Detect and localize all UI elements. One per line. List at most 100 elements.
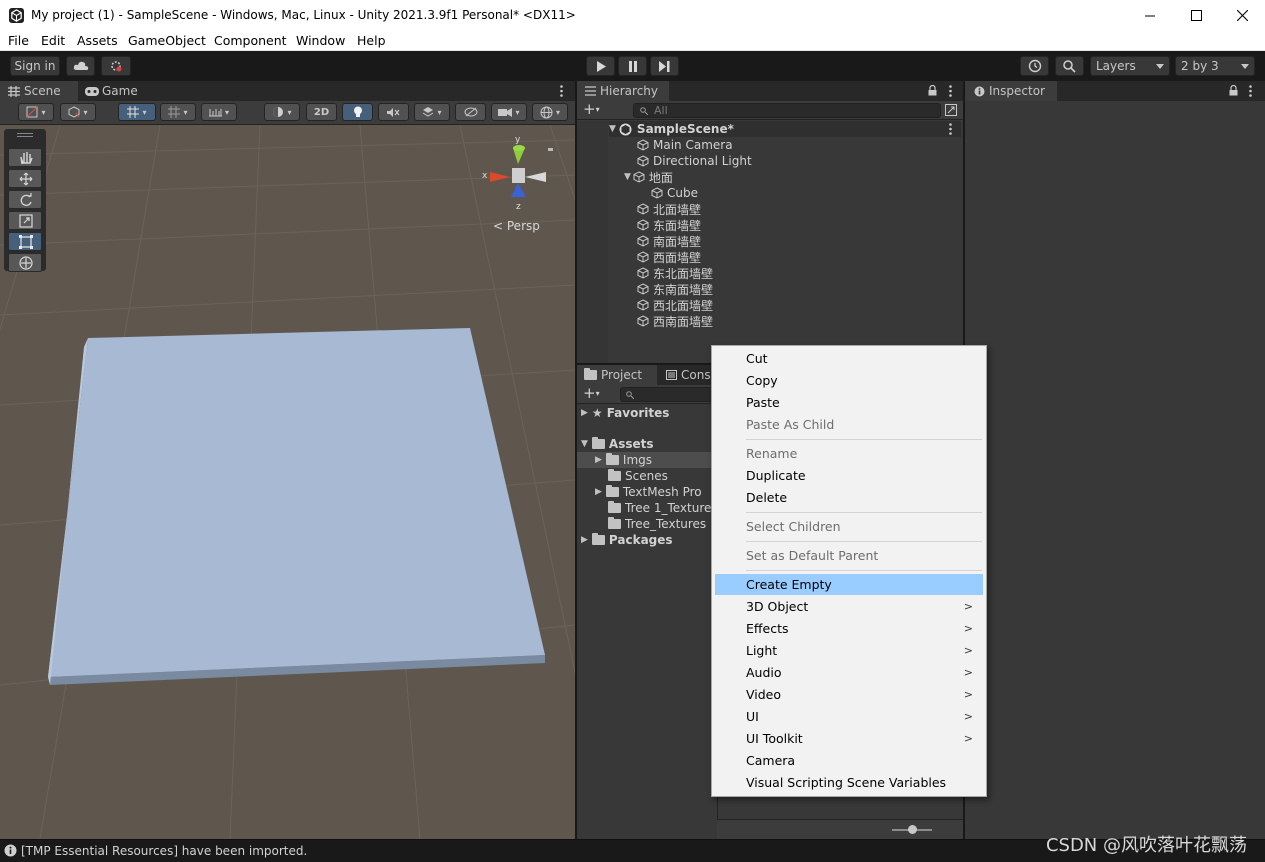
tab-game[interactable]: Game <box>80 81 150 101</box>
tab-inspector[interactable]: Inspector <box>965 81 1057 101</box>
status-message[interactable]: [TMP Essential Resources] have been impo… <box>21 844 307 858</box>
layers-dropdown[interactable]: Layers <box>1090 56 1170 76</box>
expand-arrow-icon[interactable]: ▶ <box>595 455 602 465</box>
transform-tool[interactable] <box>8 253 42 272</box>
more-options-icon[interactable] <box>1249 85 1252 97</box>
expand-arrow-icon[interactable]: ▶ <box>581 535 588 545</box>
cloud-button[interactable] <box>66 56 95 76</box>
maximize-button[interactable] <box>1173 0 1219 31</box>
menu-item-create-empty[interactable]: Create Empty <box>715 574 983 595</box>
orientation-gizmo[interactable]: y x z < Persp <box>478 135 568 240</box>
folder-row[interactable]: ▶ Imgs <box>577 452 717 468</box>
hierarchy-item[interactable]: 东面墙壁 <box>637 217 701 233</box>
shading-mode-dropdown[interactable]: ▾ <box>264 103 300 121</box>
hierarchy-item[interactable]: 东南面墙壁 <box>637 281 713 297</box>
menu-item-paste[interactable]: Paste <box>715 392 983 413</box>
search-button[interactable] <box>1055 56 1084 76</box>
more-options-icon[interactable] <box>949 85 952 97</box>
scene-visibility-icon[interactable] <box>945 104 957 116</box>
hidden-objects-toggle[interactable] <box>455 103 486 121</box>
expand-arrow-icon[interactable]: ▼ <box>609 124 616 134</box>
expand-arrow-icon[interactable]: ▶ <box>581 408 588 418</box>
grid-snapping-toggle[interactable]: ▾ <box>118 103 156 121</box>
more-options-icon[interactable] <box>560 85 563 97</box>
more-options-icon[interactable] <box>949 123 952 135</box>
pause-button[interactable] <box>618 56 647 76</box>
menu-item-audio[interactable]: Audio > <box>715 662 983 683</box>
hierarchy-item[interactable]: Main Camera <box>637 137 733 153</box>
draw-mode-dropdown[interactable]: ▾ <box>18 103 54 121</box>
menu-item-video[interactable]: Video > <box>715 684 983 705</box>
gizmos-dropdown[interactable]: ▾ <box>532 103 568 121</box>
collab-button[interactable] <box>101 56 131 76</box>
folder-row[interactable]: Tree 1_Textures <box>608 500 718 516</box>
menu-assets[interactable]: Assets <box>77 33 118 48</box>
expand-arrow-icon[interactable]: ▼ <box>581 439 588 449</box>
menu-item-3d-object[interactable]: 3D Object > <box>715 596 983 617</box>
expand-arrow-icon[interactable]: ▶ <box>595 487 602 497</box>
tab-project[interactable]: Project <box>577 365 657 385</box>
tab-scene[interactable]: Scene <box>0 81 78 101</box>
menu-file[interactable]: File <box>8 33 29 48</box>
scale-tool[interactable] <box>8 211 42 230</box>
minimize-button[interactable] <box>1127 0 1173 31</box>
rotate-tool[interactable] <box>8 190 42 209</box>
camera-settings-dropdown[interactable]: ▾ <box>491 103 527 121</box>
lock-icon[interactable] <box>928 85 937 96</box>
menu-help[interactable]: Help <box>357 33 386 48</box>
menu-item-ui-toolkit[interactable]: UI Toolkit > <box>715 728 983 749</box>
expand-arrow-icon[interactable]: ▼ <box>624 172 631 182</box>
move-tool[interactable] <box>8 169 42 188</box>
tab-console[interactable]: Cons <box>659 365 719 385</box>
history-button[interactable] <box>1020 56 1049 76</box>
menu-component[interactable]: Component <box>214 33 287 48</box>
hand-tool[interactable] <box>8 148 42 167</box>
hierarchy-item[interactable]: Cube <box>651 185 698 201</box>
rect-tool[interactable] <box>8 232 42 251</box>
step-button[interactable] <box>650 56 679 76</box>
menu-item-duplicate[interactable]: Duplicate <box>715 465 983 486</box>
menu-item-cut[interactable]: Cut <box>715 348 983 369</box>
folder-row[interactable]: Tree_Textures <box>608 516 706 532</box>
scene-root-row[interactable]: ▼ SampleScene* <box>609 121 961 137</box>
lighting-toggle[interactable] <box>342 103 373 121</box>
lock-icon[interactable] <box>1229 85 1238 96</box>
packages-row[interactable]: ▶ Packages <box>581 532 673 548</box>
play-button[interactable] <box>586 56 615 76</box>
hierarchy-item[interactable]: 西南面墙壁 <box>637 313 713 329</box>
hierarchy-item[interactable]: 北面墙壁 <box>637 201 701 217</box>
hierarchy-item[interactable]: Directional Light <box>637 153 752 169</box>
menu-item-set-default-parent[interactable]: Set as Default Parent <box>715 545 983 566</box>
scene-viewport[interactable]: y x z < Persp <box>0 125 575 839</box>
hierarchy-item[interactable]: 西北面墙壁 <box>637 297 713 313</box>
effects-dropdown[interactable]: ▾ <box>414 103 450 121</box>
hierarchy-search-input[interactable]: All <box>633 103 941 118</box>
favorites-row[interactable]: ▶ ★ Favorites <box>581 405 669 421</box>
menu-item-camera[interactable]: Camera <box>715 750 983 771</box>
hierarchy-item[interactable]: 东北面墙壁 <box>637 265 713 281</box>
hierarchy-item[interactable]: 南面墙壁 <box>637 233 701 249</box>
close-button[interactable] <box>1219 0 1265 31</box>
drag-handle-icon[interactable] <box>17 133 33 137</box>
2d-toggle[interactable]: 2D <box>306 103 337 121</box>
menu-window[interactable]: Window <box>296 33 345 48</box>
tab-hierarchy[interactable]: Hierarchy <box>577 81 669 101</box>
increment-snap-dropdown[interactable]: ▾ <box>201 103 237 121</box>
hierarchy-item[interactable]: ▼ 地面 <box>624 169 673 185</box>
menu-item-rename[interactable]: Rename <box>715 443 983 464</box>
menu-edit[interactable]: Edit <box>41 33 65 48</box>
audio-toggle[interactable] <box>378 103 409 121</box>
assets-row[interactable]: ▼ Assets <box>581 436 654 452</box>
folder-row[interactable]: Scenes <box>608 468 668 484</box>
zoom-slider-thumb[interactable] <box>907 825 917 834</box>
menu-item-ui[interactable]: UI > <box>715 706 983 727</box>
menu-item-select-children[interactable]: Select Children <box>715 516 983 537</box>
persp-label[interactable]: < Persp <box>493 219 540 233</box>
hierarchy-item[interactable]: 西面墙壁 <box>637 249 701 265</box>
create-asset-button[interactable]: +▾ <box>583 386 609 401</box>
grid-visibility-dropdown[interactable]: ▾ <box>160 103 196 121</box>
menu-item-visual-scripting-scene-variables[interactable]: Visual Scripting Scene Variables <box>715 772 983 793</box>
menu-gameobject[interactable]: GameObject <box>128 33 206 48</box>
folder-row[interactable]: ▶ TextMesh Pro <box>595 484 702 500</box>
menu-item-copy[interactable]: Copy <box>715 370 983 391</box>
